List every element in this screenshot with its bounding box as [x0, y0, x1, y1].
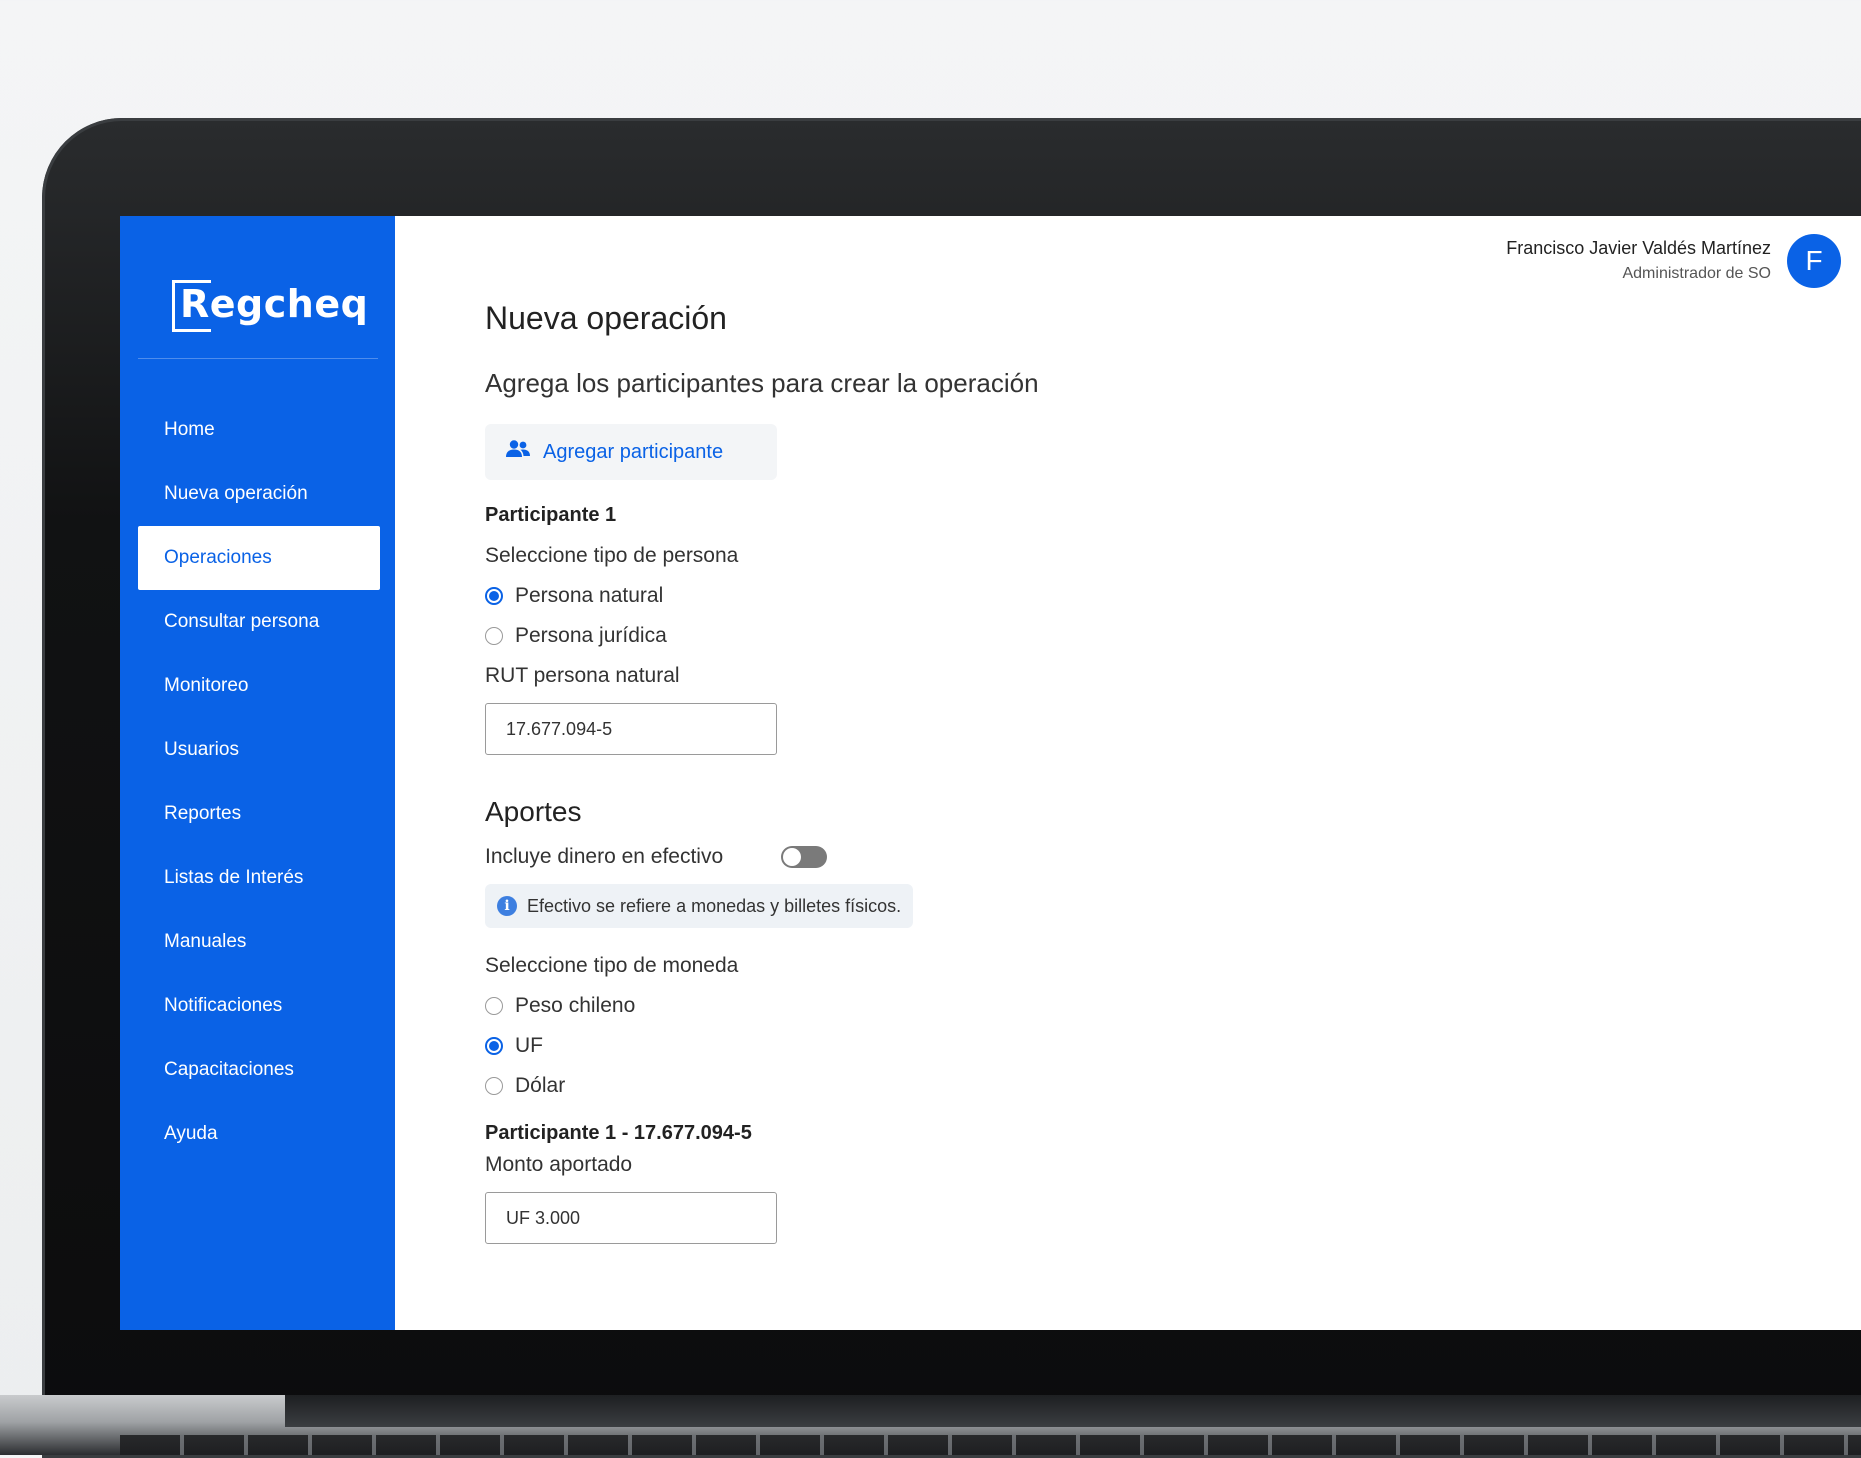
- sidebar-item-nueva-operacion[interactable]: Nueva operación: [138, 462, 380, 526]
- sidebar-item-capacitaciones[interactable]: Capacitaciones: [138, 1038, 380, 1102]
- radio-label: Peso chileno: [515, 994, 636, 1017]
- amount-input[interactable]: UF 3.000: [485, 1192, 777, 1244]
- app-logo[interactable]: Regcheq: [172, 278, 369, 332]
- amount-label: Monto aportado: [485, 1153, 633, 1176]
- avatar[interactable]: F: [1787, 234, 1841, 288]
- sidebar-item-label: Capacitaciones: [164, 1059, 294, 1080]
- amount-value: UF 3.000: [506, 1207, 581, 1228]
- radio-persona-juridica[interactable]: Persona jurídica: [485, 624, 667, 648]
- aportes-title: Aportes: [485, 796, 582, 827]
- radio-indicator[interactable]: [485, 1077, 503, 1095]
- logo-text: Regcheq: [180, 282, 369, 326]
- cash-toggle[interactable]: [781, 846, 827, 868]
- sidebar-item-label: Monitoreo: [164, 675, 249, 696]
- user-role: Administrador de SO: [1622, 265, 1771, 282]
- user-name: Francisco Javier Valdés Martínez: [1506, 238, 1771, 258]
- radio-peso-chileno[interactable]: Peso chileno: [485, 994, 635, 1018]
- currency-label: Seleccione tipo de moneda: [485, 954, 739, 977]
- app-screen: Regcheq Home Nueva operación Operaciones…: [120, 216, 1861, 1330]
- laptop-keyboard: [120, 1435, 1861, 1455]
- sidebar-item-label: Listas de Interés: [164, 867, 304, 888]
- radio-label: Persona jurídica: [515, 624, 667, 647]
- sidebar-item-label: Notificaciones: [164, 995, 283, 1016]
- sidebar-item-home[interactable]: Home: [138, 398, 380, 462]
- radio-persona-natural[interactable]: Persona natural: [485, 584, 663, 608]
- sidebar-item-manuales[interactable]: Manuales: [138, 910, 380, 974]
- sidebar-item-monitoreo[interactable]: Monitoreo: [138, 654, 380, 718]
- sidebar-item-label: Home: [164, 419, 215, 440]
- user-info: Francisco Javier Valdés Martínez Adminis…: [1506, 238, 1771, 283]
- rut-label: RUT persona natural: [485, 664, 680, 687]
- sidebar-item-notificaciones[interactable]: Notificaciones: [138, 974, 380, 1038]
- sidebar-item-label: Manuales: [164, 931, 247, 952]
- radio-indicator[interactable]: [485, 997, 503, 1015]
- cash-info-box: i Efectivo se refiere a monedas y billet…: [485, 884, 914, 928]
- sidebar-item-reportes[interactable]: Reportes: [138, 782, 380, 846]
- sidebar-divider: [138, 358, 378, 359]
- radio-label: UF: [515, 1034, 543, 1057]
- main-content: Francisco Javier Valdés Martínez Adminis…: [395, 216, 1861, 1330]
- sidebar-item-label: Nueva operación: [164, 483, 308, 504]
- users-icon: [505, 439, 531, 465]
- radio-indicator[interactable]: [485, 587, 503, 605]
- person-type-label: Seleccione tipo de persona: [485, 544, 739, 567]
- sidebar-item-usuarios[interactable]: Usuarios: [138, 718, 380, 782]
- radio-dolar[interactable]: Dólar: [485, 1074, 565, 1098]
- sidebar-item-label: Reportes: [164, 803, 242, 824]
- radio-indicator[interactable]: [485, 1037, 503, 1055]
- cash-info-text: Efectivo se refiere a monedas y billetes…: [527, 895, 902, 916]
- sidebar-item-operaciones[interactable]: Operaciones: [138, 526, 380, 590]
- radio-label: Persona natural: [515, 584, 664, 607]
- add-participant-label: Agregar participante: [543, 440, 724, 463]
- sidebar-item-label: Usuarios: [164, 739, 239, 760]
- rut-input[interactable]: 17.677.094-5: [485, 703, 777, 755]
- participant-heading: Participante 1: [485, 504, 617, 526]
- sidebar-item-label: Operaciones: [164, 547, 272, 568]
- laptop-hinge: [285, 1395, 1861, 1427]
- sidebar-item-label: Consultar persona: [164, 611, 320, 632]
- radio-uf[interactable]: UF: [485, 1034, 543, 1058]
- page-subtitle: Agrega los participantes para crear la o…: [485, 368, 1039, 398]
- sidebar-nav: Home Nueva operación Operaciones Consult…: [138, 398, 380, 1166]
- sidebar: Regcheq Home Nueva operación Operaciones…: [120, 216, 395, 1330]
- sidebar-item-label: Ayuda: [164, 1123, 218, 1144]
- cash-label: Incluye dinero en efectivo: [485, 845, 724, 868]
- info-icon: i: [497, 896, 517, 916]
- rut-value: 17.677.094-5: [506, 718, 613, 739]
- add-participant-button[interactable]: Agregar participante: [485, 424, 777, 480]
- radio-label: Dólar: [515, 1074, 566, 1097]
- participant-summary: Participante 1 - 17.677.094-5: [485, 1122, 752, 1144]
- page-title: Nueva operación: [485, 300, 727, 336]
- sidebar-item-ayuda[interactable]: Ayuda: [138, 1102, 380, 1166]
- radio-indicator[interactable]: [485, 627, 503, 645]
- sidebar-item-consultar-persona[interactable]: Consultar persona: [138, 590, 380, 654]
- sidebar-item-listas-de-interes[interactable]: Listas de Interés: [138, 846, 380, 910]
- laptop-base: [0, 1395, 1861, 1455]
